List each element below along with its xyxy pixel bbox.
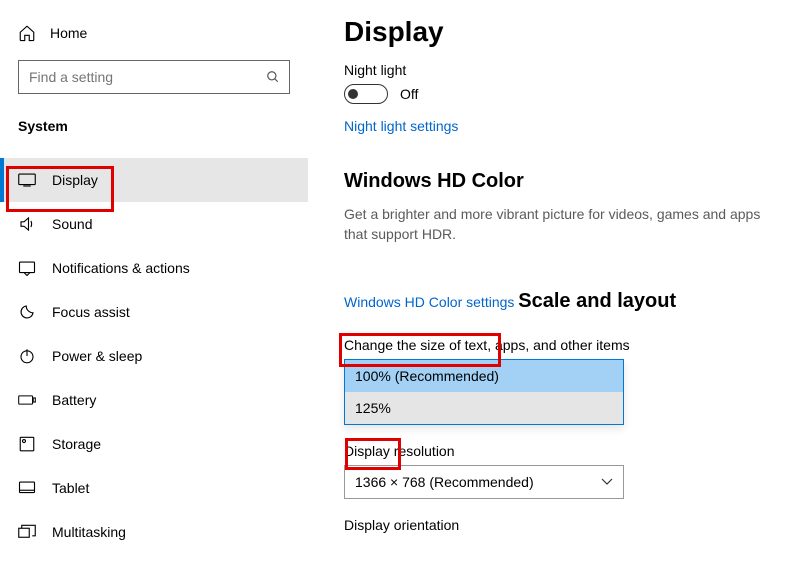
display-icon (18, 171, 36, 189)
sidebar-item-tablet[interactable]: Tablet (0, 466, 308, 510)
sidebar-item-storage[interactable]: Storage (0, 422, 308, 466)
sidebar-item-battery[interactable]: Battery (0, 378, 308, 422)
sidebar-item-power-sleep[interactable]: Power & sleep (0, 334, 308, 378)
sidebar-item-notifications[interactable]: Notifications & actions (0, 246, 308, 290)
scale-layout-heading: Scale and layout (518, 290, 676, 313)
tablet-icon (18, 479, 36, 497)
resolution-select[interactable]: 1366 × 768 (Recommended) (344, 465, 624, 499)
multitasking-icon (18, 523, 36, 541)
settings-sidebar: Home System Display Sound Notifications … (0, 0, 308, 582)
scale-dropdown-open[interactable]: 100% (Recommended) 125% (344, 359, 624, 425)
sidebar-item-label: Battery (52, 392, 96, 408)
hd-color-heading: Windows HD Color (344, 170, 794, 193)
sidebar-item-label: Tablet (52, 480, 89, 496)
power-icon (18, 347, 36, 365)
scale-change-label: Change the size of text, apps, and other… (344, 337, 794, 353)
sidebar-item-display[interactable]: Display (0, 158, 308, 202)
search-icon (266, 70, 280, 84)
sidebar-item-focus-assist[interactable]: Focus assist (0, 290, 308, 334)
sidebar-item-label: Power & sleep (52, 348, 142, 364)
sound-icon (18, 215, 36, 233)
sidebar-item-label: Multitasking (52, 524, 126, 540)
night-light-settings-link[interactable]: Night light settings (344, 118, 458, 134)
night-light-state: Off (400, 86, 418, 102)
sidebar-item-label: Sound (52, 216, 92, 232)
resolution-value: 1366 × 768 (Recommended) (355, 474, 534, 490)
sidebar-section-title: System (0, 112, 308, 158)
sidebar-item-sound[interactable]: Sound (0, 202, 308, 246)
sidebar-item-label: Storage (52, 436, 101, 452)
notifications-icon (18, 259, 36, 277)
home-label: Home (50, 25, 87, 41)
night-light-label: Night light (344, 62, 794, 78)
battery-icon (18, 391, 36, 409)
search-input[interactable] (18, 60, 290, 94)
search-box[interactable] (18, 60, 290, 94)
sidebar-item-label: Focus assist (52, 304, 130, 320)
sidebar-item-label: Display (52, 172, 98, 188)
home-nav[interactable]: Home (0, 18, 308, 54)
night-light-toggle[interactable] (344, 84, 388, 104)
orientation-label: Display orientation (344, 517, 794, 533)
resolution-label: Display resolution (344, 443, 794, 459)
scale-option-label: 100% (Recommended) (355, 368, 499, 384)
sidebar-item-multitasking[interactable]: Multitasking (0, 510, 308, 554)
hd-color-desc: Get a brighter and more vibrant picture … (344, 205, 764, 244)
home-icon (18, 24, 36, 42)
main-content: Display Night light Off Night light sett… (308, 0, 794, 582)
hd-color-settings-link[interactable]: Windows HD Color settings (344, 294, 514, 310)
storage-icon (18, 435, 36, 453)
scale-option-100[interactable]: 100% (Recommended) (345, 360, 623, 392)
scale-option-label: 125% (355, 400, 391, 416)
focus-assist-icon (18, 303, 36, 321)
scale-option-125[interactable]: 125% (345, 392, 623, 424)
sidebar-item-label: Notifications & actions (52, 260, 190, 276)
page-title: Display (344, 16, 794, 48)
chevron-down-icon (601, 478, 613, 486)
